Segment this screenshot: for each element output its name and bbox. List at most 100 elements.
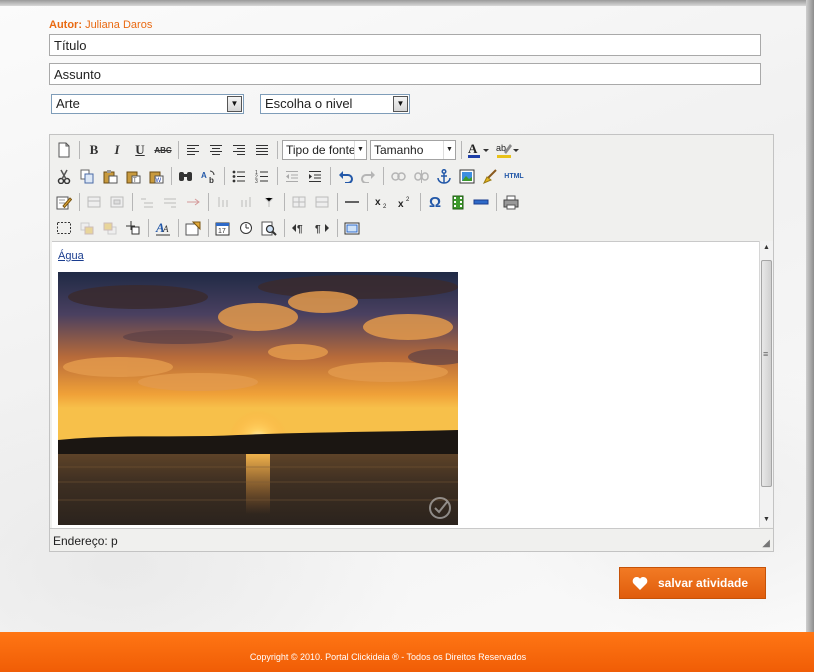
select-all-icon[interactable]: [54, 218, 74, 238]
scroll-down-icon[interactable]: ▼: [760, 513, 773, 527]
svg-text:b: b: [209, 176, 214, 184]
save-activity-button[interactable]: salvar atividade: [619, 567, 766, 599]
superscript-icon[interactable]: x2: [395, 192, 415, 212]
indent-icon[interactable]: [305, 166, 325, 186]
scroll-up-icon[interactable]: ▲: [760, 241, 773, 255]
align-left-icon[interactable]: [183, 140, 203, 160]
text-color-icon[interactable]: A: [466, 140, 492, 160]
toolbar-separator: [496, 193, 497, 211]
rich-text-editor: B I U ABC Tipo de fonte ▼ Tamanho ▼ A ab…: [49, 134, 774, 552]
cut-icon[interactable]: [54, 166, 74, 186]
svg-text:2: 2: [406, 197, 410, 203]
font-size-select[interactable]: Tamanho ▼: [370, 140, 456, 160]
editor-statusbar: Endereço: p ◢: [50, 528, 773, 551]
edit-document-icon[interactable]: [54, 192, 74, 212]
ltr-icon[interactable]: ¶: [289, 218, 309, 238]
table-col-before-icon[interactable]: [213, 192, 233, 212]
paste-icon[interactable]: [100, 166, 120, 186]
undo-icon[interactable]: [335, 166, 355, 186]
media-icon[interactable]: [448, 192, 468, 212]
anchor-icon[interactable]: [434, 166, 454, 186]
subject-select-value: Arte: [56, 96, 80, 111]
table-merge-icon[interactable]: [312, 192, 332, 212]
insert-date-icon[interactable]: 17: [213, 218, 233, 238]
chevron-down-icon[interactable]: ▼: [227, 96, 242, 112]
horizontal-rule-icon[interactable]: [342, 192, 362, 212]
editor-scrollbar[interactable]: ▲ ≡ ▼: [759, 241, 773, 527]
italic-button[interactable]: I: [107, 140, 127, 160]
strikethrough-button[interactable]: ABC: [153, 140, 173, 160]
html-source-button[interactable]: HTML: [503, 166, 525, 186]
advanced-hr-icon[interactable]: [471, 192, 491, 212]
send-backward-icon[interactable]: [100, 218, 120, 238]
rtl-icon[interactable]: ¶: [312, 218, 332, 238]
styles-icon[interactable]: AA: [153, 218, 173, 238]
find-icon[interactable]: [176, 166, 196, 186]
paste-text-icon[interactable]: T: [123, 166, 143, 186]
table-row-before-icon[interactable]: [137, 192, 157, 212]
bold-button[interactable]: B: [84, 140, 104, 160]
highlight-color-icon[interactable]: ab: [495, 140, 521, 160]
replace-icon[interactable]: Ab: [199, 166, 219, 186]
align-justify-icon[interactable]: [252, 140, 272, 160]
outdent-icon[interactable]: [282, 166, 302, 186]
absolute-position-icon[interactable]: [123, 218, 143, 238]
subscript-icon[interactable]: x2: [372, 192, 392, 212]
special-char-icon[interactable]: Ω: [425, 192, 445, 212]
font-family-select[interactable]: Tipo de fonte ▼: [282, 140, 367, 160]
link-icon[interactable]: [388, 166, 408, 186]
table-row-after-icon[interactable]: [160, 192, 180, 212]
editor-content-area[interactable]: Água: [52, 241, 759, 528]
image-icon[interactable]: [457, 166, 477, 186]
scroll-thumb[interactable]: [761, 260, 772, 487]
unlink-icon[interactable]: [411, 166, 431, 186]
insert-time-icon[interactable]: [236, 218, 256, 238]
chevron-down-icon[interactable]: ▼: [443, 141, 455, 159]
toolbar-separator: [367, 193, 368, 211]
level-select-value: Escolha o nivel: [265, 96, 353, 111]
scroll-grip-icon: ≡: [763, 349, 769, 359]
align-center-icon[interactable]: [206, 140, 226, 160]
svg-text:¶: ¶: [297, 224, 303, 234]
svg-text:¶: ¶: [315, 224, 321, 234]
table-delete-col-icon[interactable]: [259, 192, 279, 212]
insert-layer-icon[interactable]: [84, 192, 104, 212]
table-delete-row-icon[interactable]: [183, 192, 203, 212]
author-line: Autor: Juliana Daros: [49, 19, 152, 31]
toolbar-separator: [337, 193, 338, 211]
bullet-list-icon[interactable]: [229, 166, 249, 186]
align-right-icon[interactable]: [229, 140, 249, 160]
toolbar-separator: [284, 193, 285, 211]
toolbar-row-1: B I U ABC Tipo de fonte ▼ Tamanho ▼ A ab: [54, 139, 524, 161]
table-split-icon[interactable]: [289, 192, 309, 212]
table-col-after-icon[interactable]: [236, 192, 256, 212]
redo-icon[interactable]: [358, 166, 378, 186]
svg-text:A: A: [162, 224, 169, 234]
print-icon[interactable]: [501, 192, 521, 212]
paste-word-icon[interactable]: W: [146, 166, 166, 186]
underline-button[interactable]: U: [130, 140, 150, 160]
toolbar-separator: [337, 219, 338, 237]
title-field[interactable]: Título: [49, 34, 761, 56]
level-select[interactable]: Escolha o nivel ▼: [260, 94, 410, 114]
chevron-down-icon[interactable]: ▼: [393, 96, 408, 112]
subject-select[interactable]: Arte ▼: [51, 94, 244, 114]
content-link[interactable]: Água: [58, 250, 84, 262]
new-document-icon[interactable]: [54, 140, 74, 160]
cleanup-icon[interactable]: [480, 166, 500, 186]
copy-icon[interactable]: [77, 166, 97, 186]
preview-icon[interactable]: [259, 218, 279, 238]
author-label: Autor:: [49, 19, 82, 31]
toolbar-separator: [284, 219, 285, 237]
subject-field[interactable]: Assunto: [49, 63, 761, 85]
bring-forward-icon[interactable]: [77, 218, 97, 238]
resize-handle-icon[interactable]: ◢: [762, 538, 770, 549]
numbered-list-icon[interactable]: 123: [252, 166, 272, 186]
attributes-icon[interactable]: [183, 218, 203, 238]
author-name: Juliana Daros: [85, 19, 153, 31]
chevron-down-icon[interactable]: ▼: [354, 141, 366, 159]
toolbar-row-3: x2 x2 Ω: [54, 191, 524, 213]
save-activity-label: salvar atividade: [658, 576, 749, 590]
fullscreen-icon[interactable]: [342, 218, 362, 238]
layer-properties-icon[interactable]: [107, 192, 127, 212]
